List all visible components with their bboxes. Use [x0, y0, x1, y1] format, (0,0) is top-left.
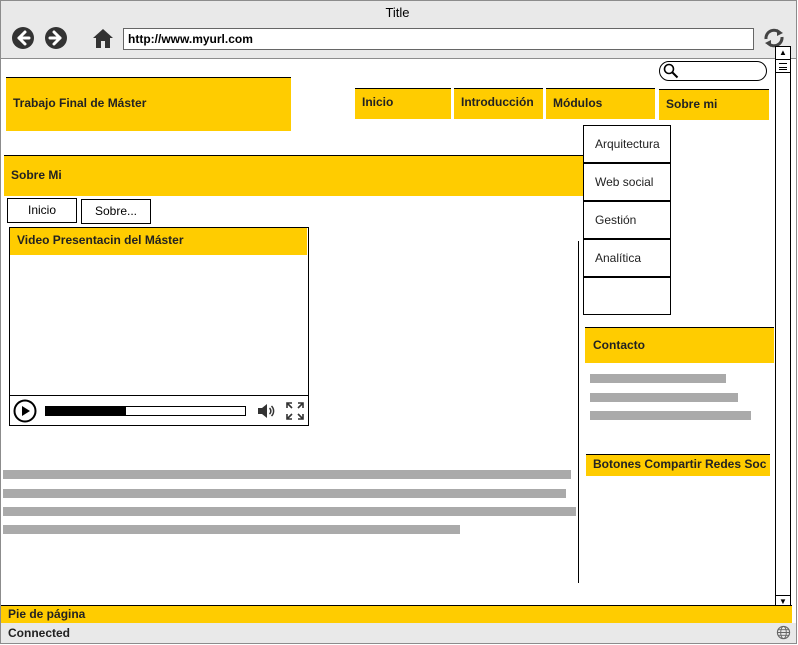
text-placeholder-line [3, 470, 571, 479]
text-placeholder-line [3, 525, 460, 534]
forward-icon[interactable] [44, 26, 68, 50]
search-icon [663, 63, 679, 79]
share-title: Botones Compartir Redes Soc [593, 457, 767, 471]
nav-item-label: Módulos [553, 96, 603, 110]
text-placeholder-line [3, 489, 566, 498]
dropdown-item-empty[interactable] [583, 277, 671, 315]
section-header [4, 155, 584, 196]
globe-icon [776, 625, 791, 640]
status-bar [1, 623, 796, 643]
footer-label: Pie de página [8, 607, 86, 621]
page-footer [1, 605, 792, 623]
dropdown-item-analitica[interactable]: Analítica [583, 239, 671, 277]
video-title: Video Presentacin del Máster [17, 233, 184, 247]
dropdown-item-arquitectura[interactable]: Arquitectura [583, 125, 671, 163]
scroll-thumb[interactable] [775, 59, 791, 73]
video-progress-bar[interactable] [45, 406, 246, 416]
text-placeholder-line [590, 393, 738, 402]
dropdown-item-gestion[interactable]: Gestión [583, 201, 671, 239]
nav-item-label: Inicio [362, 95, 394, 109]
breadcrumb-sobre[interactable]: Sobre... [81, 199, 151, 224]
contact-title: Contacto [593, 338, 645, 352]
breadcrumb-inicio[interactable]: Inicio [7, 198, 77, 223]
url-input[interactable]: http://www.myurl.com [123, 28, 754, 50]
play-icon[interactable] [13, 399, 37, 423]
status-text: Connected [8, 626, 71, 640]
scroll-up-arrow[interactable]: ▲ [775, 46, 791, 60]
text-placeholder-line [590, 374, 726, 383]
vertical-scrollbar[interactable] [775, 59, 791, 608]
nav-item-label: Sobre mi [666, 97, 718, 111]
fullscreen-icon[interactable] [286, 402, 304, 420]
back-icon[interactable] [11, 26, 35, 50]
home-icon[interactable] [91, 26, 115, 50]
text-placeholder-line [590, 411, 751, 420]
column-divider [578, 241, 579, 583]
window-title: Title [385, 5, 410, 20]
nav-item-label: Introducción [461, 95, 534, 109]
section-title: Sobre Mi [11, 168, 62, 182]
volume-icon[interactable] [256, 401, 276, 421]
dropdown-item-web-social[interactable]: Web social [583, 163, 671, 201]
text-placeholder-line [3, 507, 576, 516]
site-title: Trabajo Final de Máster [13, 96, 147, 110]
